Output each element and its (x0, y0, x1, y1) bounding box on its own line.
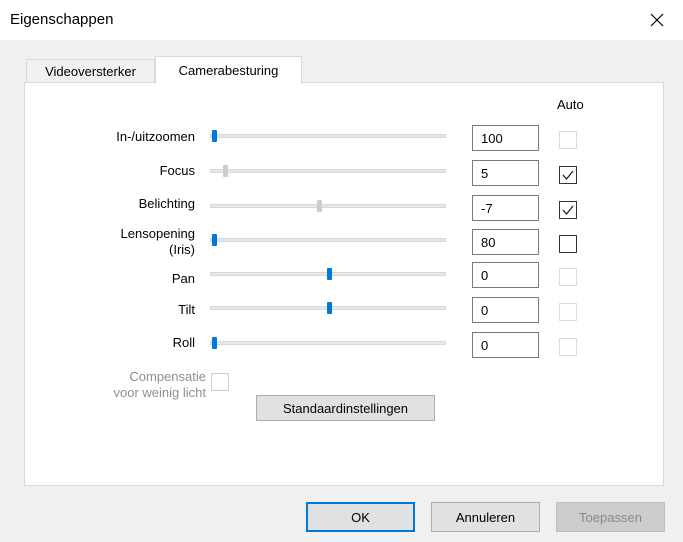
focus-slider-thumb[interactable] (223, 165, 229, 177)
tab-videoversterker[interactable]: Videoversterker (26, 59, 155, 82)
title-bar: Eigenschappen (0, 0, 683, 40)
cancel-button[interactable]: Annuleren (431, 502, 540, 532)
apply-button[interactable]: Toepassen (556, 502, 665, 532)
zoom-slider-thumb[interactable] (212, 130, 217, 142)
window-title: Eigenschappen (10, 11, 114, 28)
close-icon (650, 13, 664, 27)
focus-slider[interactable] (210, 165, 446, 177)
close-button[interactable] (640, 4, 674, 36)
exposure-label: Belichting (138, 196, 195, 211)
iris-slider[interactable] (210, 234, 446, 246)
iris-label-line1: Lensopening (120, 226, 195, 241)
zoom-value-field[interactable]: 100 (472, 125, 539, 151)
auto-column-header: Auto (557, 97, 584, 112)
checkmark-icon (562, 170, 574, 181)
focus-auto-checkbox[interactable] (559, 166, 577, 184)
roll-auto-checkbox[interactable] (559, 338, 577, 356)
low-light-label-line2: voor weinig licht (113, 385, 207, 400)
low-light-label: Compensatie voor weinig licht (114, 369, 207, 401)
ok-button[interactable]: OK (306, 502, 415, 532)
tilt-slider-thumb[interactable] (326, 302, 332, 314)
pan-auto-checkbox[interactable] (559, 268, 577, 286)
zoom-slider[interactable] (210, 130, 446, 142)
focus-label: Focus (159, 163, 195, 178)
exposure-auto-checkbox[interactable] (559, 201, 577, 219)
checkmark-icon (562, 205, 574, 216)
defaults-button[interactable]: Standaardinstellingen (256, 395, 435, 421)
tilt-label: Tilt (178, 302, 195, 317)
low-light-label-line1: Compensatie (129, 369, 206, 384)
iris-label-line2: (Iris) (169, 242, 195, 257)
pan-slider[interactable] (210, 268, 446, 280)
exposure-value-field[interactable]: -7 (472, 195, 539, 221)
iris-label: Lensopening (Iris) (121, 226, 195, 258)
roll-value-field[interactable]: 0 (472, 332, 539, 358)
zoom-label: In-/uitzoomen (116, 129, 195, 144)
exposure-slider-thumb[interactable] (317, 200, 323, 212)
zoom-auto-checkbox[interactable] (559, 131, 577, 149)
roll-label: Roll (172, 335, 195, 350)
iris-value-field[interactable]: 80 (472, 229, 539, 255)
roll-slider[interactable] (210, 337, 446, 349)
tilt-value-field[interactable]: 0 (472, 297, 539, 323)
iris-auto-checkbox[interactable] (559, 235, 577, 253)
focus-value-field[interactable]: 5 (472, 160, 539, 186)
tilt-auto-checkbox[interactable] (559, 303, 577, 321)
pan-slider-thumb[interactable] (326, 268, 332, 280)
exposure-slider[interactable] (210, 200, 446, 212)
pan-value-field[interactable]: 0 (472, 262, 539, 288)
tilt-slider[interactable] (210, 302, 446, 314)
roll-slider-thumb[interactable] (212, 337, 217, 349)
pan-label: Pan (171, 271, 195, 286)
low-light-checkbox[interactable] (211, 373, 229, 391)
iris-slider-thumb[interactable] (212, 234, 217, 246)
tab-camerabesturing[interactable]: Camerabesturing (155, 56, 302, 84)
